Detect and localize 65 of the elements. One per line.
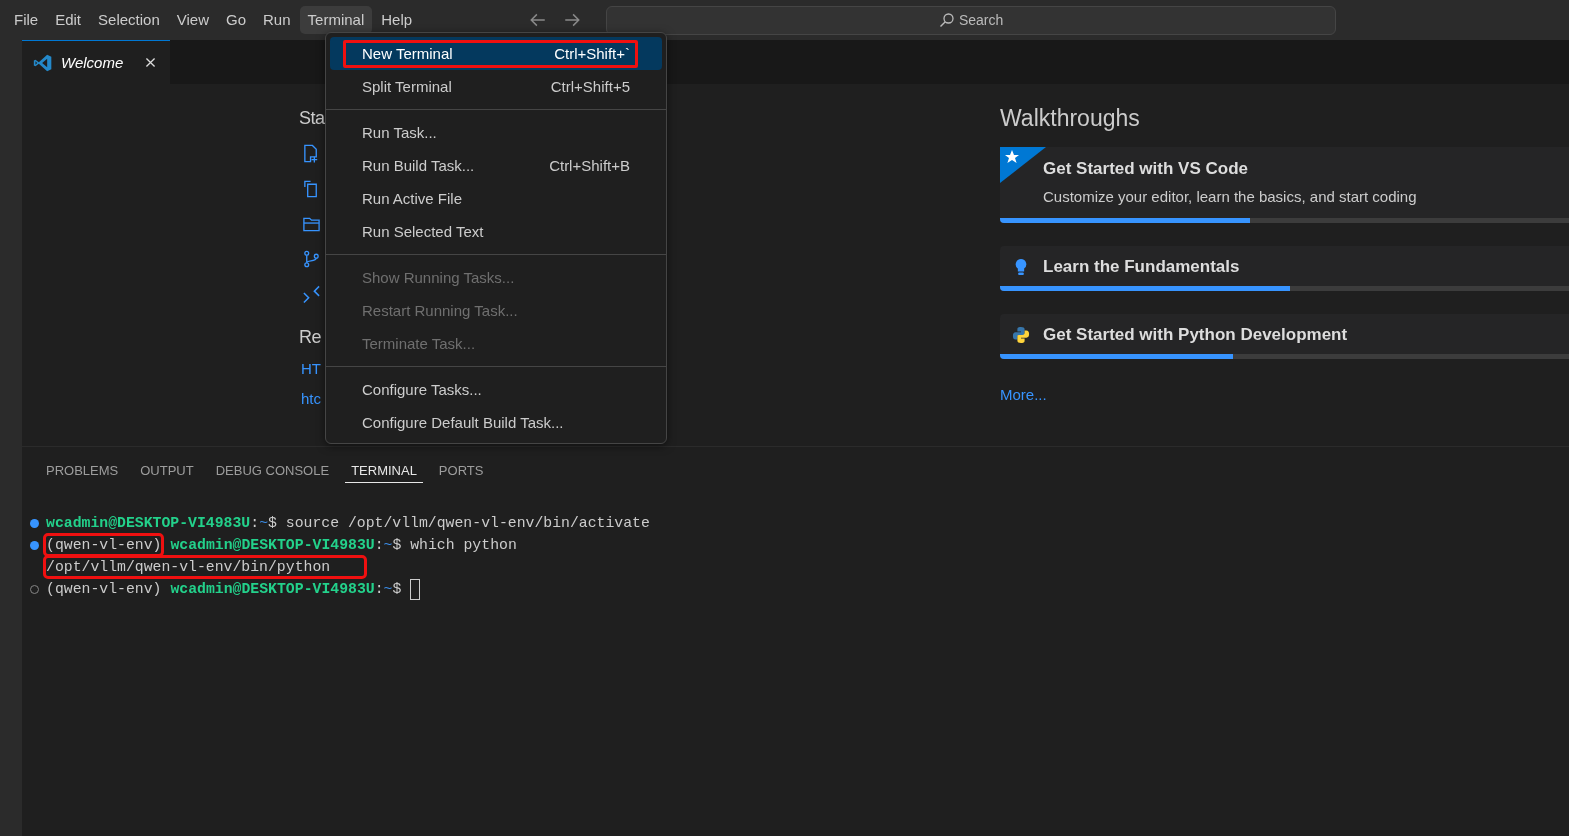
panel-tab[interactable]: OUTPUT xyxy=(134,456,200,483)
menu-item[interactable]: Split Terminal Ctrl+Shift+5 xyxy=(330,70,662,103)
panel-tab[interactable]: PORTS xyxy=(432,456,490,483)
menu-item[interactable]: Run Selected Text xyxy=(330,215,662,248)
shortcut-label: Ctrl+Shift+` xyxy=(554,45,630,62)
menu-item[interactable]: Run Task... xyxy=(330,116,662,149)
menu-item[interactable]: Run Build Task... Ctrl+Shift+B xyxy=(330,149,662,182)
python-logo-icon xyxy=(1012,324,1030,346)
remote-icon xyxy=(302,283,321,305)
branch-icon xyxy=(302,248,321,270)
command-status-icon[interactable] xyxy=(30,540,39,550)
walkthrough-card[interactable]: Get Started with Python Development xyxy=(1000,314,1569,359)
panel-tab[interactable]: DEBUG CONSOLE xyxy=(209,456,336,483)
terminal-text: $ which python xyxy=(392,536,517,554)
menu-item[interactable]: New Terminal Ctrl+Shift+` xyxy=(330,37,662,70)
forward-arrow-icon[interactable] xyxy=(563,11,582,29)
menu-bar-item[interactable]: Help xyxy=(373,6,421,34)
prompt-directory: ~ xyxy=(383,536,393,554)
search-bar[interactable]: Search xyxy=(606,5,1337,35)
section-heading: Walkthroughs xyxy=(1000,104,1141,133)
menu-bar-item[interactable]: Terminal xyxy=(299,6,373,34)
highlighted-text: /opt/vllm/qwen-vl-env/bin/python xyxy=(46,558,365,576)
terminal-text: : xyxy=(374,580,384,598)
terminal-text: : xyxy=(250,514,260,532)
menu-item[interactable]: Configure Default Build Task... xyxy=(330,406,662,439)
shortcut-label: Ctrl+Shift+B xyxy=(549,157,630,174)
menu-bar-item[interactable]: View xyxy=(168,6,217,34)
close-icon xyxy=(144,56,158,69)
walkthrough-title: Get Started with VS Code xyxy=(1043,158,1249,180)
menu-bar-item[interactable]: Go xyxy=(218,6,254,34)
prompt-user: wcadmin@DESKTOP-VI4983U xyxy=(170,580,375,598)
prompt-directory: ~ xyxy=(383,580,393,598)
panel-tab[interactable]: TERMINAL xyxy=(345,456,423,483)
terminal-text: (qwen-vl-env) xyxy=(46,580,162,598)
search-icon xyxy=(938,12,955,28)
menu-bar-item[interactable]: Edit xyxy=(47,6,90,34)
tab-label: Welcome xyxy=(61,54,124,71)
walkthrough-description: Customize your editor, learn the basics, and start coding xyxy=(1043,187,1417,207)
menu-item[interactable]: Run Active File xyxy=(330,182,662,215)
menu-item[interactable]: Configure Tasks... xyxy=(330,373,662,406)
menu-bar-item[interactable]: Run xyxy=(255,6,299,34)
walkthrough-card[interactable]: Get Started with VS Code Customize your editor, learn the basics, and start coding xyxy=(1000,147,1569,223)
panel-tab[interactable]: PROBLEMS xyxy=(40,456,125,483)
menu-bar-item[interactable]: File xyxy=(6,6,47,34)
editor-tab[interactable]: Welcome xyxy=(22,40,170,84)
terminal-text: $ xyxy=(392,580,402,598)
back-arrow-icon[interactable] xyxy=(529,11,548,29)
walkthrough-title: Get Started with Python Development xyxy=(1043,324,1348,346)
walkthrough-title: Learn the Fundamentals xyxy=(1043,256,1240,278)
more-link[interactable]: More... xyxy=(1000,386,1569,403)
section-heading: Re xyxy=(299,326,321,349)
recent-link[interactable]: htc xyxy=(301,384,321,414)
section-heading: Sta xyxy=(299,107,325,130)
highlighted-text: (qwen-vl-env) xyxy=(46,536,162,554)
walkthrough-card[interactable]: Learn the Fundamentals xyxy=(1000,246,1569,291)
terminal-text: $ source /opt/vllm/qwen-vl-env/bin/activate xyxy=(268,514,650,532)
prompt-user: wcadmin@DESKTOP-VI4983U xyxy=(170,536,375,554)
prompt-directory: ~ xyxy=(259,514,268,532)
terminal-text: : xyxy=(374,536,384,554)
recent-link[interactable]: HT xyxy=(301,354,321,384)
code-logo-icon xyxy=(33,52,53,73)
command-status-icon[interactable] xyxy=(30,518,39,528)
shortcut-label: Ctrl+Shift+5 xyxy=(550,78,630,95)
menu-bar-item[interactable]: Selection xyxy=(90,6,168,34)
prompt-user: wcadmin@DESKTOP-VI4983U xyxy=(46,514,251,532)
